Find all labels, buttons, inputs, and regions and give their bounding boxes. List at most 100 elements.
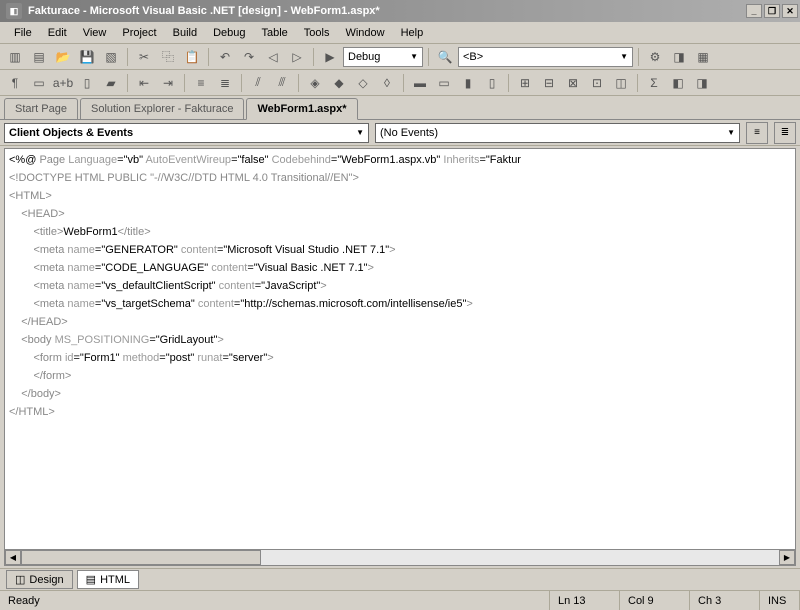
separator bbox=[127, 48, 128, 66]
menu-view[interactable]: View bbox=[75, 24, 115, 42]
paste-icon[interactable]: 📋 bbox=[181, 46, 203, 68]
comment-icon[interactable]: ⫽ bbox=[247, 72, 269, 94]
menu-build[interactable]: Build bbox=[165, 24, 205, 42]
scroll-left-icon[interactable]: ◀ bbox=[5, 550, 21, 565]
clear-bookmark-icon[interactable]: ◊ bbox=[376, 72, 398, 94]
t2-icon[interactable]: ▭ bbox=[433, 72, 455, 94]
t1-icon[interactable]: ▬ bbox=[409, 72, 431, 94]
design-icon: ◫ bbox=[15, 573, 25, 586]
code-editor[interactable]: <%@ Page Language="vb" AutoEventWireup="… bbox=[4, 148, 796, 566]
tab-solution-explorer[interactable]: Solution Explorer - Fakturace bbox=[80, 98, 244, 119]
sigma-icon[interactable]: Σ bbox=[643, 72, 665, 94]
indent-right-icon[interactable]: ⇥ bbox=[157, 72, 179, 94]
horizontal-scrollbar[interactable]: ◀ ▶ bbox=[5, 549, 795, 565]
status-ready: Ready bbox=[0, 591, 550, 610]
separator bbox=[208, 48, 209, 66]
t8-icon[interactable]: ⊡ bbox=[586, 72, 608, 94]
config-combo[interactable]: Debug▼ bbox=[343, 47, 423, 67]
titlebar: ◧ Fakturace - Microsoft Visual Basic .NE… bbox=[0, 0, 800, 22]
outdent-icon[interactable]: ≡ bbox=[190, 72, 212, 94]
window-controls: _ ❐ ✕ bbox=[746, 4, 798, 18]
copy-icon[interactable]: ⿻ bbox=[157, 46, 179, 68]
view-tabs: ◫Design ▤HTML bbox=[0, 568, 800, 590]
toolbar-main: ▥ ▤ 📂 💾 ▧ ✂ ⿻ 📋 ↶ ↷ ◁ ▷ ▶ Debug▼ 🔍 <B>▼ … bbox=[0, 44, 800, 70]
separator bbox=[313, 48, 314, 66]
indent-icon[interactable]: ≣ bbox=[214, 72, 236, 94]
separator bbox=[508, 74, 509, 92]
html-icon: ▤ bbox=[86, 573, 96, 586]
t3-icon[interactable]: ▮ bbox=[457, 72, 479, 94]
select-icon[interactable]: ▭ bbox=[28, 72, 50, 94]
tab-webform1[interactable]: WebForm1.aspx* bbox=[246, 98, 357, 120]
t4-icon[interactable]: ▯ bbox=[481, 72, 503, 94]
separator bbox=[638, 48, 639, 66]
nav-back-icon[interactable]: ◁ bbox=[262, 46, 284, 68]
prev-bookmark-icon[interactable]: ◆ bbox=[328, 72, 350, 94]
status-ins: INS bbox=[760, 591, 800, 610]
misc-icon3[interactable]: ▦ bbox=[692, 46, 714, 68]
para-icon[interactable]: ¶ bbox=[4, 72, 26, 94]
menu-tools[interactable]: Tools bbox=[296, 24, 338, 42]
menu-edit[interactable]: Edit bbox=[40, 24, 75, 42]
file-icon[interactable]: ▯ bbox=[76, 72, 98, 94]
app-icon: ◧ bbox=[6, 3, 22, 19]
open-icon[interactable]: 📂 bbox=[52, 46, 74, 68]
find-icon[interactable]: 🔍 bbox=[434, 46, 456, 68]
menu-help[interactable]: Help bbox=[393, 24, 432, 42]
close-button[interactable]: ✕ bbox=[782, 4, 798, 18]
misc-icon[interactable]: ⚙ bbox=[644, 46, 666, 68]
scroll-thumb[interactable] bbox=[21, 550, 261, 565]
restore-button[interactable]: ❐ bbox=[764, 4, 780, 18]
separator bbox=[184, 74, 185, 92]
statusbar: Ready Ln 13 Col 9 Ch 3 INS bbox=[0, 590, 800, 610]
t7-icon[interactable]: ⊠ bbox=[562, 72, 584, 94]
t11-icon[interactable]: ◨ bbox=[691, 72, 713, 94]
separator bbox=[241, 74, 242, 92]
uncomment-icon[interactable]: ⫻ bbox=[271, 72, 293, 94]
nav-fwd-icon[interactable]: ▷ bbox=[286, 46, 308, 68]
scroll-track[interactable] bbox=[261, 550, 779, 565]
view-mode-icon2[interactable]: ≣ bbox=[774, 122, 796, 144]
new-project-icon[interactable]: ▥ bbox=[4, 46, 26, 68]
cut-icon[interactable]: ✂ bbox=[133, 46, 155, 68]
redo-icon[interactable]: ↷ bbox=[238, 46, 260, 68]
view-html[interactable]: ▤HTML bbox=[77, 570, 139, 589]
separator bbox=[298, 74, 299, 92]
titlebar-text: Fakturace - Microsoft Visual Basic .NET … bbox=[26, 5, 746, 17]
code-text[interactable]: <%@ Page Language="vb" AutoEventWireup="… bbox=[5, 149, 795, 549]
misc-icon2[interactable]: ◨ bbox=[668, 46, 690, 68]
status-ch: Ch 3 bbox=[690, 591, 760, 610]
menu-debug[interactable]: Debug bbox=[205, 24, 253, 42]
t6-icon[interactable]: ⊟ bbox=[538, 72, 560, 94]
t10-icon[interactable]: ◧ bbox=[667, 72, 689, 94]
file2-icon[interactable]: ▰ bbox=[100, 72, 122, 94]
start-icon[interactable]: ▶ bbox=[319, 46, 341, 68]
t5-icon[interactable]: ⊞ bbox=[514, 72, 536, 94]
toolbar-format: ¶ ▭ a+b ▯ ▰ ⇤ ⇥ ≡ ≣ ⫽ ⫻ ◈ ◆ ◇ ◊ ▬ ▭ ▮ ▯ … bbox=[0, 70, 800, 96]
platform-combo[interactable]: <B>▼ bbox=[458, 47, 633, 67]
scroll-right-icon[interactable]: ▶ bbox=[779, 550, 795, 565]
undo-icon[interactable]: ↶ bbox=[214, 46, 236, 68]
events-combo[interactable]: (No Events)▼ bbox=[375, 123, 740, 143]
word-icon[interactable]: a+b bbox=[52, 72, 74, 94]
next-bookmark-icon[interactable]: ◇ bbox=[352, 72, 374, 94]
t9-icon[interactable]: ◫ bbox=[610, 72, 632, 94]
menu-window[interactable]: Window bbox=[337, 24, 392, 42]
add-item-icon[interactable]: ▤ bbox=[28, 46, 50, 68]
objects-combo[interactable]: Client Objects & Events▼ bbox=[4, 123, 369, 143]
navigation-bar: Client Objects & Events▼ (No Events)▼ ≡ … bbox=[0, 120, 800, 146]
tab-start-page[interactable]: Start Page bbox=[4, 98, 78, 119]
indent-left-icon[interactable]: ⇤ bbox=[133, 72, 155, 94]
save-icon[interactable]: 💾 bbox=[76, 46, 98, 68]
status-line: Ln 13 bbox=[550, 591, 620, 610]
menu-table[interactable]: Table bbox=[254, 24, 296, 42]
bookmark-icon[interactable]: ◈ bbox=[304, 72, 326, 94]
minimize-button[interactable]: _ bbox=[746, 4, 762, 18]
menu-project[interactable]: Project bbox=[114, 24, 164, 42]
menubar: File Edit View Project Build Debug Table… bbox=[0, 22, 800, 44]
view-mode-icon1[interactable]: ≡ bbox=[746, 122, 768, 144]
save-all-icon[interactable]: ▧ bbox=[100, 46, 122, 68]
status-col: Col 9 bbox=[620, 591, 690, 610]
view-design[interactable]: ◫Design bbox=[6, 570, 73, 589]
menu-file[interactable]: File bbox=[6, 24, 40, 42]
